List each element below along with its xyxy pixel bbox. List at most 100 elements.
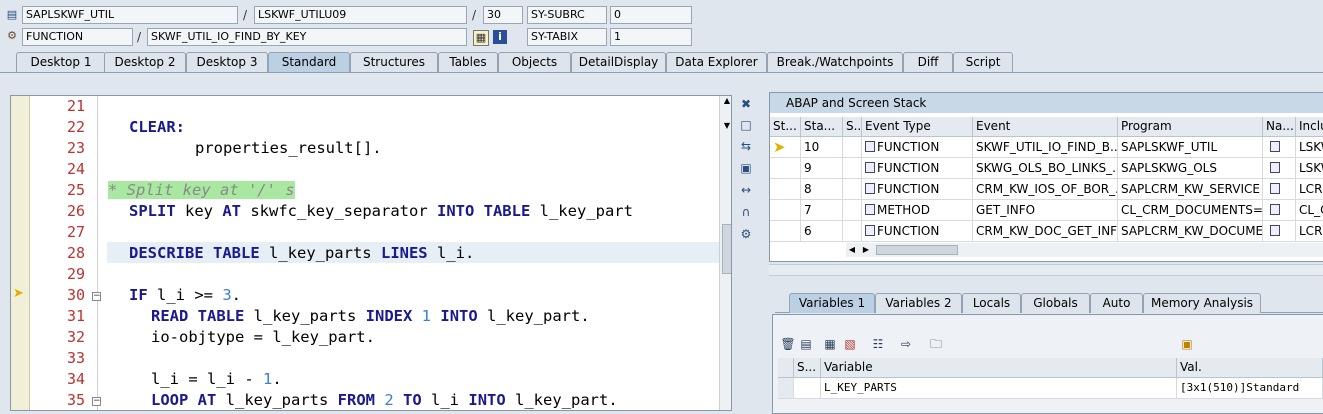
scroll-thumb[interactable] — [722, 224, 731, 274]
column-header[interactable]: Program — [1118, 117, 1263, 137]
new-tool-icon[interactable]: □ — [737, 116, 755, 134]
tab-desktop-3[interactable]: Desktop 3 — [186, 52, 268, 72]
source-editor[interactable]: ➤ 21 22 23 24 25 26 27 28 29 30 31 32 33… — [10, 95, 732, 411]
tab-auto[interactable]: Auto — [1090, 293, 1143, 313]
stack-event-type[interactable]: FUNCTION — [862, 137, 973, 158]
tab-break-watchpoints[interactable]: Break./Watchpoints — [767, 52, 903, 72]
settings-icon[interactable]: ⚙ — [737, 225, 755, 243]
column-header[interactable]: Event Type — [862, 117, 973, 137]
stack-program[interactable]: SAPLCRM_KW_SERVICE — [1118, 179, 1263, 200]
scroll-right-icon[interactable]: ▶ — [860, 243, 872, 257]
close-icon[interactable]: ✖ — [737, 95, 755, 113]
column-header[interactable]: S... — [843, 117, 862, 137]
scroll-up-icon[interactable]: ▲ — [721, 96, 731, 110]
swap-icon[interactable]: ↔ — [737, 181, 755, 199]
stack-program[interactable]: CL_CRM_DOCUMENTS=... — [1118, 200, 1263, 221]
stack-s[interactable] — [843, 179, 862, 200]
function-name-field[interactable]: SKWF_UTIL_IO_FIND_BY_KEY — [147, 28, 467, 46]
breakpoint-gutter[interactable] — [11, 96, 30, 410]
stack-level[interactable]: 7 — [801, 200, 843, 221]
tab-variables-1[interactable]: Variables 1 — [789, 293, 875, 313]
tab-detaildisplay[interactable]: DetailDisplay — [571, 52, 666, 72]
navigate-source-icon[interactable] — [1270, 141, 1280, 152]
stack-current-cell[interactable] — [770, 221, 801, 242]
save-icon[interactable]: ▣ — [1179, 336, 1195, 352]
var-row-selector[interactable] — [778, 378, 794, 399]
stack-event[interactable]: SKWF_UTIL_IO_FIND_B... — [973, 137, 1118, 158]
var-status[interactable] — [794, 378, 821, 399]
stack-event-type[interactable]: METHOD — [862, 200, 973, 221]
panel-splitter[interactable] — [769, 264, 1323, 276]
tab-globals[interactable]: Globals — [1021, 293, 1090, 313]
stack-event-type[interactable]: FUNCTION — [862, 158, 973, 179]
tab-desktop-2[interactable]: Desktop 2 — [104, 52, 186, 72]
var-value[interactable]: [3x1(510)]Standard — [1177, 378, 1323, 399]
tab-desktop-1[interactable]: Desktop 1 — [16, 52, 106, 72]
hierarchy-icon[interactable]: ☷ — [870, 336, 886, 352]
stack-nav[interactable] — [1263, 179, 1296, 200]
tab-objects[interactable]: Objects — [498, 52, 571, 72]
var-name[interactable]: L_KEY_PARTS — [821, 378, 1177, 399]
folder-icon[interactable]: 🗀 — [928, 336, 944, 352]
stack-s[interactable] — [843, 221, 862, 242]
stack-event-type[interactable]: FUNCTION — [862, 179, 973, 200]
program-field[interactable]: SAPLSKWF_UTIL — [22, 6, 238, 24]
stack-nav[interactable] — [1263, 158, 1296, 179]
stack-event[interactable]: SKWG_OLS_BO_LINKS_... — [973, 158, 1118, 179]
navigate-source-icon[interactable] — [1270, 162, 1280, 173]
tab-tables[interactable]: Tables — [438, 52, 498, 72]
stack-level[interactable]: 9 — [801, 158, 843, 179]
column-header[interactable] — [778, 358, 794, 378]
column-header[interactable]: Inclu — [1296, 117, 1323, 137]
stack-event[interactable]: GET_INFO — [973, 200, 1118, 221]
stack-include[interactable]: LSKW — [1296, 137, 1323, 158]
transfer-icon[interactable]: ⇨ — [898, 336, 914, 352]
tab-standard[interactable]: Standard — [268, 52, 350, 72]
stack-program[interactable]: SAPLCRM_KW_DOCUME... — [1118, 221, 1263, 242]
column-header[interactable]: St... — [770, 117, 801, 137]
tab-memory-analysis[interactable]: Memory Analysis — [1143, 293, 1261, 313]
stack-program[interactable]: SAPLSKWG_OLS — [1118, 158, 1263, 179]
navigate-icon[interactable]: ▦ — [473, 30, 489, 46]
column-header[interactable]: Event — [973, 117, 1118, 137]
stack-s[interactable] — [843, 137, 862, 158]
tab-script[interactable]: Script — [953, 52, 1013, 72]
stack-s[interactable] — [843, 200, 862, 221]
service-icon[interactable]: ∩ — [737, 203, 755, 221]
column-header[interactable]: S... — [794, 358, 821, 378]
navigate-source-icon[interactable] — [1270, 225, 1280, 236]
details-icon[interactable]: ▦ — [822, 336, 838, 352]
stack-event[interactable]: CRM_KW_IOS_OF_BOR_... — [973, 179, 1118, 200]
stack-nav[interactable] — [1263, 200, 1296, 221]
stack-include[interactable]: CL_C — [1296, 200, 1323, 221]
navigate-source-icon[interactable] — [1270, 204, 1280, 215]
stack-current-cell[interactable] — [770, 200, 801, 221]
tab-locals[interactable]: Locals — [962, 293, 1021, 313]
stack-nav[interactable] — [1263, 137, 1296, 158]
stack-current-cell[interactable] — [770, 158, 801, 179]
save-variables-icon[interactable]: ▧ — [842, 336, 858, 352]
stack-include[interactable]: LCRM — [1296, 179, 1323, 200]
stack-include[interactable]: LCRM — [1296, 221, 1323, 242]
column-header[interactable]: Sta... — [801, 117, 843, 137]
stack-level[interactable]: 10 — [801, 137, 843, 158]
column-header[interactable]: Na... — [1263, 117, 1296, 137]
fold-toggle-icon[interactable]: − — [92, 397, 101, 406]
column-header[interactable]: Variable — [821, 358, 1177, 378]
delete-icon[interactable]: 🗑 — [780, 336, 796, 352]
stack-nav[interactable] — [1263, 221, 1296, 242]
scroll-left-icon[interactable]: ◀ — [846, 243, 858, 257]
tab-data-explorer[interactable]: Data Explorer — [666, 52, 767, 72]
sysfield-value-1[interactable]: 0 — [610, 6, 692, 24]
stack-level[interactable]: 6 — [801, 221, 843, 242]
stack-current-cell[interactable]: ➤ — [770, 137, 801, 158]
replace-tool-icon[interactable]: ⇆ — [737, 137, 755, 155]
stack-program[interactable]: SAPLSKWF_UTIL — [1118, 137, 1263, 158]
scroll-down-icon[interactable]: ▼ — [721, 121, 731, 135]
stack-s[interactable] — [843, 158, 862, 179]
delete-all-icon[interactable]: ▤ — [798, 336, 814, 352]
info-icon[interactable]: i — [493, 30, 507, 44]
tab-variables-2[interactable]: Variables 2 — [875, 293, 962, 313]
tab-structures[interactable]: Structures — [350, 52, 438, 72]
stack-level[interactable]: 8 — [801, 179, 843, 200]
